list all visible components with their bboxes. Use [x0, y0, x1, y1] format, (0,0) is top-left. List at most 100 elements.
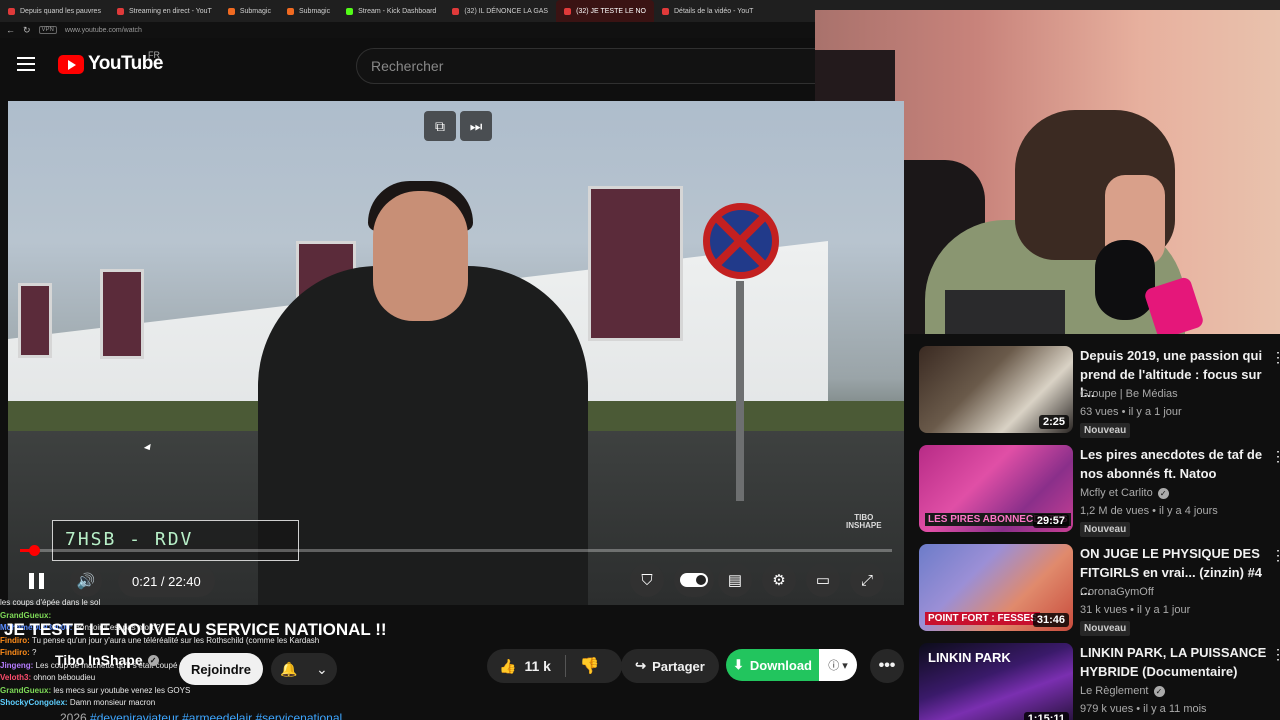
thumbnail-caption: POINT FORT : FESSES	[925, 612, 1040, 625]
recommendation-channel[interactable]: Mcfly et Carlito ✓	[1080, 487, 1169, 499]
fullscreen-icon[interactable]: ⤢	[850, 563, 884, 597]
info-icon: ⓘ	[828, 660, 840, 672]
player-top-buttons: ⧉ ⏭	[424, 111, 492, 141]
recommendation-title[interactable]: LINKIN PARK, LA PUISSANCE HYBRIDE (Docum…	[1080, 644, 1268, 681]
video-thumbnail[interactable]: POINT FORT : FESSES 31:46	[919, 544, 1073, 631]
browser-tab[interactable]: (32) IL DÉNONCE LA GAS	[444, 0, 556, 22]
new-badge: Nouveau	[1080, 423, 1131, 438]
more-actions-button[interactable]: •••	[870, 649, 904, 683]
recommendation-title[interactable]: Les pires anecdotes de taf de nos abonné…	[1080, 446, 1268, 483]
recommendation-channel[interactable]: CoronaGymOff	[1080, 586, 1154, 598]
join-button[interactable]: Rejoindre	[179, 653, 263, 685]
progress-bar[interactable]	[20, 545, 892, 556]
microphone-icon	[1095, 240, 1155, 320]
video-thumbnail[interactable]: 2:25	[919, 346, 1073, 433]
chat-message: les coups d'épée dans le sol	[0, 598, 101, 607]
more-vertical-icon[interactable]: ⋮	[1271, 350, 1280, 364]
youtube-favicon-icon	[662, 7, 669, 15]
miniplayer-icon[interactable]: ⧉	[424, 111, 456, 141]
video-thumbnail[interactable]: LES PIRES ABONNECDOTES 29:57	[919, 445, 1073, 532]
browser-tab[interactable]: Depuis quand les pauvres	[0, 0, 109, 22]
new-badge: Nouveau	[1080, 522, 1131, 537]
recommendation-meta: 1,2 M de vues • il y a 4 jours	[1080, 505, 1218, 517]
subtitles-icon[interactable]: ▤	[718, 563, 752, 597]
download-arrow-icon: ⬇	[732, 657, 744, 672]
duration-badge: 29:57	[1032, 514, 1069, 528]
channel-name[interactable]: Tibo InShape ✓	[55, 652, 159, 668]
youtube-play-icon	[58, 54, 84, 74]
volume-icon[interactable]: 🔊	[70, 565, 102, 597]
settings-gear-icon[interactable]: ⚙	[762, 563, 796, 597]
verified-check-icon: ✓	[1157, 487, 1169, 499]
search-input[interactable]	[371, 58, 825, 74]
share-button[interactable]: ↪ Partager	[621, 649, 719, 683]
back-icon[interactable]: ←	[6, 25, 15, 35]
scrubber-handle[interactable]	[28, 545, 40, 556]
verified-check-icon: ✓	[147, 654, 159, 666]
browser-tab[interactable]: Streaming en direct - YouT	[109, 0, 220, 22]
youtube-favicon-icon	[116, 7, 124, 15]
recommendation-meta: 31 k vues • il y a 1 jour	[1080, 604, 1191, 616]
recommendation-item[interactable]: LINKIN PARK 1:15:11 LINKIN PARK, LA PUIS…	[919, 643, 1280, 720]
vpn-badge[interactable]: VPN	[38, 26, 57, 34]
verified-check-icon: ✓	[1153, 685, 1165, 697]
browser-tab[interactable]: Stream - Kick Dashboard	[338, 0, 444, 22]
description-preview[interactable]: 2026 #deveniraviateur #armeedelair #serv…	[60, 711, 342, 720]
more-vertical-icon[interactable]: ⋮	[1271, 647, 1280, 661]
video-thumbnail[interactable]: LINKIN PARK 1:15:11	[919, 643, 1073, 720]
bell-icon: 🔔	[280, 660, 298, 677]
autoplay-toggle[interactable]	[674, 563, 714, 597]
screen: Depuis quand les pauvres Streaming en di…	[0, 0, 1280, 720]
youtube-favicon-icon	[564, 7, 572, 15]
country-code: FR	[148, 50, 160, 60]
chat-message: GrandGueux: les mecs sur youtube venez l…	[0, 685, 191, 695]
thumbnail-caption: LINKIN PARK	[928, 650, 1011, 665]
duration-badge: 31:46	[1032, 613, 1069, 627]
next-icon[interactable]: ⏭	[460, 111, 492, 141]
description-hashtags[interactable]: #deveniraviateur #armeedelair #servicena…	[90, 711, 342, 720]
share-arrow-icon: ↪	[635, 658, 647, 673]
recommendation-meta: 63 vues • il y a 1 jour	[1080, 406, 1182, 418]
more-horizontal-icon: •••	[878, 657, 896, 674]
url-text[interactable]: www.youtube.com/watch	[65, 27, 142, 34]
recommendation-item[interactable]: LES PIRES ABONNECDOTES 29:57 Les pires a…	[919, 445, 1280, 537]
download-options-button[interactable]: ⓘ ▾	[819, 649, 857, 681]
chat-message: ShockyCongolex: Damn monsieur macron	[0, 698, 156, 707]
pause-icon[interactable]	[26, 571, 46, 591]
video-title: JE TESTE LE NOUVEAU SERVICE NATIONAL !!	[4, 620, 387, 639]
more-vertical-icon[interactable]: ⋮	[1271, 449, 1280, 463]
video-player[interactable]: ⧉ ⏭ TIBO INSHAPE 7HSB - RDV 🔊 0:21 / 22:…	[8, 101, 904, 605]
theater-mode-icon[interactable]: ▭	[806, 563, 840, 597]
recommendation-item[interactable]: 2:25 Depuis 2019, une passion qui prend …	[919, 346, 1280, 438]
youtube-logo[interactable]: YouTube FR	[58, 50, 163, 75]
dislike-button[interactable]: 👎	[566, 656, 614, 676]
duration-badge: 2:25	[1038, 415, 1069, 429]
sponsorblock-icon[interactable]: ⛉	[630, 563, 664, 597]
chevron-down-icon: ⌄	[316, 660, 328, 677]
recommendation-meta: 979 k vues • il y a 11 mois	[1080, 703, 1207, 715]
browser-tab-active[interactable]: (32) JE TESTE LE NO	[556, 0, 654, 22]
caret-down-icon: ▾	[842, 659, 848, 672]
search-box[interactable]	[356, 48, 826, 84]
browser-tab[interactable]: Détails de la vidéo - YouT	[654, 0, 761, 22]
youtube-header: YouTube FR	[0, 38, 826, 98]
channel-watermark[interactable]: TIBO INSHAPE	[846, 514, 882, 530]
download-button[interactable]: ⬇ Download	[726, 649, 819, 681]
reload-icon[interactable]: ↻	[23, 25, 31, 36]
like-button[interactable]: 👍 11 k	[487, 655, 566, 677]
thumbs-up-icon: 👍	[499, 657, 517, 674]
youtube-favicon-icon	[8, 7, 15, 15]
recommendation-channel[interactable]: Le Règlement ✓	[1080, 685, 1165, 697]
menu-icon[interactable]	[17, 57, 35, 71]
browser-tab[interactable]: Submagic	[279, 0, 338, 22]
kick-favicon-icon	[346, 7, 354, 15]
recommendation-item[interactable]: POINT FORT : FESSES 31:46 ON JUGE LE PHY…	[919, 544, 1280, 636]
like-dislike-group: 👍 11 k 👎	[487, 649, 622, 683]
video-lower-third: 7HSB - RDV	[52, 520, 299, 561]
more-vertical-icon[interactable]: ⋮	[1271, 548, 1280, 562]
recommendation-channel[interactable]: Groupe | Be Médias	[1080, 388, 1178, 400]
browser-tab[interactable]: Submagic	[220, 0, 279, 22]
youtube-favicon-icon	[452, 7, 460, 15]
subscribe-bell-button[interactable]: 🔔 ⌄	[271, 653, 337, 685]
submagic-favicon-icon	[227, 7, 235, 15]
